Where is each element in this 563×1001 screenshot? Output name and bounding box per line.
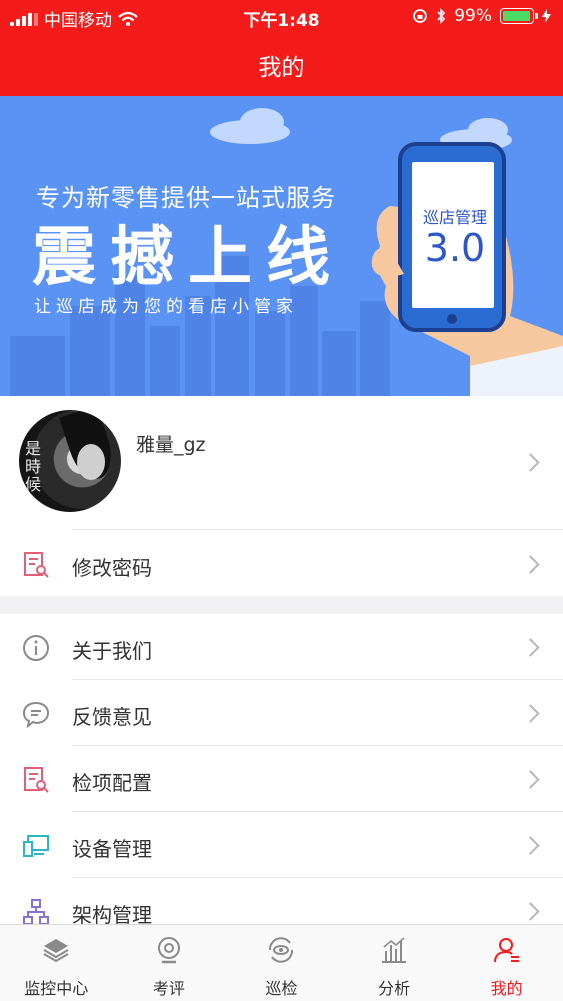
user-icon (493, 938, 519, 963)
devices-icon (23, 835, 49, 857)
menu-item-org-management[interactable]: 架构管理 (0, 878, 563, 924)
menu-item-label: 关于我们 (72, 639, 152, 663)
chevron-right-icon (521, 836, 540, 855)
org-chart-icon (23, 899, 49, 924)
chevron-right-icon (521, 704, 540, 723)
chevron-right-icon (521, 453, 540, 472)
divider (72, 529, 563, 530)
username: 雅量_gz (136, 434, 206, 456)
tab-mine[interactable]: 我的 (450, 925, 563, 1001)
profile-row[interactable]: 是時候 雅量_gz (0, 396, 563, 528)
tab-label: 监控中心 (24, 979, 89, 998)
document-search-icon (24, 552, 49, 578)
avatar: 是時候 (19, 410, 121, 512)
tab-label: 分析 (378, 979, 411, 998)
tab-inspection[interactable]: 巡检 (225, 925, 338, 1001)
chevron-right-icon (521, 902, 540, 921)
menu-item-device-management[interactable]: 设备管理 (0, 812, 563, 878)
chevron-right-icon (521, 638, 540, 657)
menu-item-inspection-config[interactable]: 检项配置 (0, 746, 563, 812)
chevron-right-icon (521, 555, 540, 574)
menu-item-about[interactable]: 关于我们 (0, 614, 563, 680)
chat-icon (22, 701, 50, 728)
menu-item-feedback[interactable]: 反馈意见 (0, 680, 563, 746)
phone-screen-version: 3.0 (424, 226, 486, 270)
menu-item-label: 修改密码 (72, 556, 152, 580)
document-search-icon (24, 767, 49, 793)
menu-item-label: 检项配置 (72, 771, 152, 795)
info-icon (23, 635, 49, 661)
chevron-right-icon (521, 770, 540, 789)
bar-chart-icon (382, 937, 407, 963)
battery-icon (500, 8, 538, 24)
rotation-lock-icon (413, 9, 428, 23)
tab-label: 巡检 (265, 979, 298, 998)
bluetooth-icon (437, 8, 446, 24)
tab-label: 考评 (152, 979, 185, 998)
banner-title: 震撼上线 (32, 221, 344, 295)
eye-refresh-icon (269, 937, 294, 963)
page-title: 我的 (258, 55, 305, 81)
tab-label: 我的 (490, 979, 523, 998)
charging-icon (542, 9, 551, 23)
avatar-calligraphy: 是時候 (25, 439, 42, 494)
phone-screen-label: 巡店管理 (422, 208, 487, 227)
status-bar: 中国移动 下午1:48 99% (0, 0, 563, 34)
layers-icon (43, 939, 69, 963)
settings-list: 是時候 雅量_gz 修改密码 关于我们 反馈意见 检项配置 设备管理 架构管理 (0, 396, 563, 924)
tab-analysis[interactable]: 分析 (338, 925, 451, 1001)
menu-item-label: 设备管理 (72, 837, 152, 861)
menu-item-change-password[interactable]: 修改密码 (0, 531, 563, 597)
menu-item-label: 反馈意见 (72, 705, 152, 729)
camera-icon (157, 937, 180, 964)
tab-monitor-center[interactable]: 监控中心 (0, 925, 113, 1001)
status-right: 99% (412, 6, 551, 26)
tab-bar: 监控中心 考评 巡检 分析 我的 (0, 924, 563, 1001)
battery-percent: 99% (454, 6, 492, 26)
tab-evaluation[interactable]: 考评 (113, 925, 226, 1001)
menu-item-label: 架构管理 (72, 903, 152, 924)
nav-bar: 我的 (0, 34, 563, 96)
section-gap (0, 596, 563, 614)
promo-banner[interactable]: 专为新零售提供一站式服务 震撼上线 让巡店成为您的看店小管家 巡店管理 3.0 (0, 96, 563, 396)
banner-slogan: 让巡店成为您的看店小管家 (34, 297, 298, 317)
